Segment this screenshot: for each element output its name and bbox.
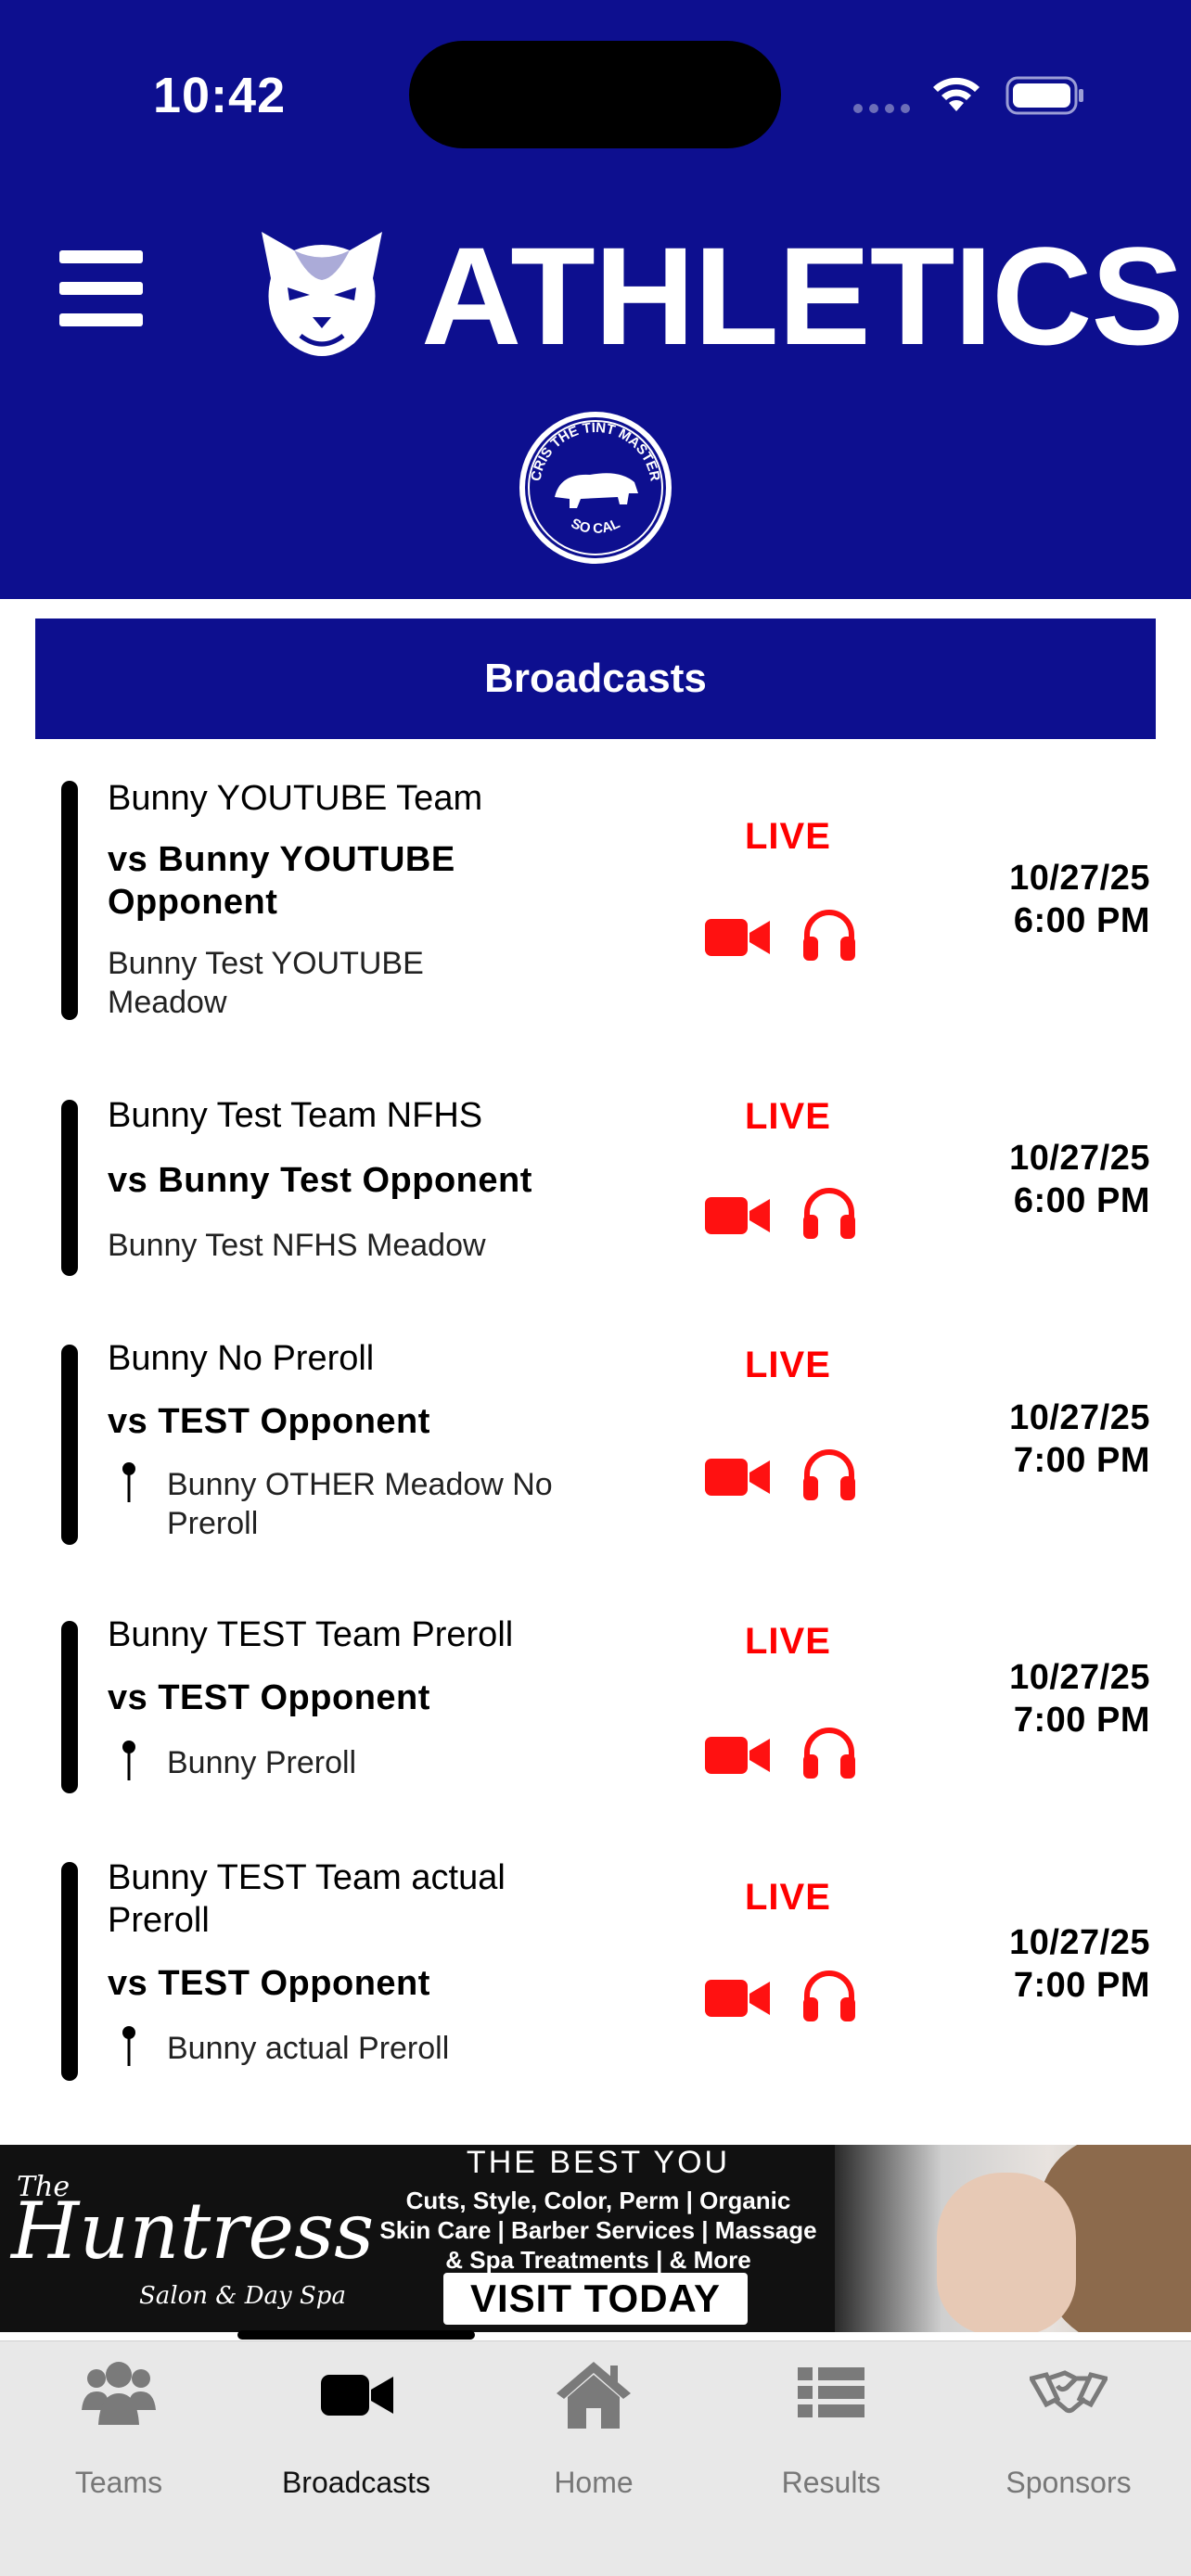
ad-copy: Cuts, Style, Color, Perm | Organic Skin … <box>362 2186 835 2275</box>
broadcast-venue: Bunny actual Preroll <box>167 2031 450 2066</box>
broadcast-team: Bunny Test Team NFHS <box>108 1096 483 1135</box>
tab-label: Broadcasts <box>281 2466 431 2499</box>
broadcast-row[interactable]: Bunny Test Team NFHS vs Bunny Test Oppon… <box>0 1090 1191 1285</box>
tab-teams[interactable]: Teams <box>0 2341 237 2499</box>
live-badge: LIVE <box>745 1877 831 1918</box>
ad-cta-button[interactable]: VISIT TODAY <box>443 2273 748 2325</box>
video-camera-icon <box>321 2375 393 2416</box>
row-accent-bar <box>61 781 78 1020</box>
headphones-icon[interactable] <box>800 1445 859 1504</box>
broadcast-date: 10/27/25 <box>1009 1398 1150 1437</box>
app-title: ATHLETICS <box>421 218 1184 374</box>
tab-label: Home <box>554 2466 634 2499</box>
broadcast-row[interactable]: Bunny TEST Team Preroll vs TEST Opponent… <box>0 1608 1191 1806</box>
broadcast-team: Bunny TEST Team Preroll <box>108 1615 514 1654</box>
ad-copy-line: Skin Care | Barber Services | Massage <box>379 2216 817 2244</box>
tab-results[interactable]: Results <box>712 2341 950 2499</box>
ad-copy-line: & Spa Treatments | & More <box>445 2246 751 2274</box>
video-camera-icon[interactable] <box>705 916 770 959</box>
broadcast-time: 6:00 PM <box>1013 901 1150 940</box>
broadcast-date: 10/27/25 <box>1009 1658 1150 1697</box>
headphones-icon[interactable] <box>800 1183 859 1243</box>
sponsor-ad-banner[interactable]: The Huntress Salon & Day Spa THE BEST YO… <box>0 2145 1191 2332</box>
ad-headline: THE BEST YOU <box>466 2145 731 2180</box>
row-accent-bar <box>61 1345 78 1545</box>
broadcast-row[interactable]: Bunny No Preroll vs TEST Opponent Bunny … <box>0 1332 1191 1550</box>
broadcast-venue: Bunny Preroll <box>167 1745 357 1780</box>
ad-photo-face <box>937 2173 1076 2332</box>
app-header: 10:42 ATHLETICS CRIS THE TINT MASTER SO … <box>0 0 1191 599</box>
broadcast-row[interactable]: Bunny TEST Team actual Preroll vs TEST O… <box>0 1853 1191 2085</box>
broadcast-date: 10/27/25 <box>1009 1923 1150 1962</box>
broadcast-time: 7:00 PM <box>1013 1701 1150 1740</box>
tab-label: Sponsors <box>1005 2466 1132 2499</box>
broadcast-opponent: vs TEST Opponent <box>108 1964 430 2003</box>
video-camera-icon[interactable] <box>705 1456 770 1498</box>
list-icon <box>798 2367 864 2417</box>
headphones-icon[interactable] <box>800 905 859 964</box>
cellular-signal-icon <box>853 104 910 113</box>
headphones-icon[interactable] <box>800 1966 859 2025</box>
row-accent-bar <box>61 1100 78 1276</box>
broadcast-opponent: vs Bunny Test Opponent <box>108 1161 532 1200</box>
broadcast-venue: Bunny Test NFHS Meadow <box>108 1228 486 1263</box>
live-badge: LIVE <box>745 1621 831 1662</box>
row-accent-bar <box>61 1621 78 1793</box>
broadcast-time: 7:00 PM <box>1013 1441 1150 1480</box>
headphones-icon[interactable] <box>800 1723 859 1782</box>
broadcast-team: Bunny YOUTUBE Team <box>108 779 483 818</box>
tab-broadcasts[interactable]: Broadcasts <box>237 2341 475 2499</box>
hamburger-menu-icon[interactable] <box>59 250 143 328</box>
broadcast-team: Bunny No Preroll <box>108 1339 375 1378</box>
broadcast-opponent: vs Bunny YOUTUBE Opponent <box>108 840 455 922</box>
broadcast-date: 10/27/25 <box>1009 859 1150 898</box>
ad-copy-line: Cuts, Style, Color, Perm | Organic <box>405 2187 791 2214</box>
status-time: 10:42 <box>153 68 287 123</box>
tab-label: Teams <box>74 2466 163 2499</box>
sponsor-seal-logo[interactable]: CRIS THE TINT MASTER SO CAL <box>516 408 675 567</box>
handshake-icon <box>1030 2370 1108 2414</box>
broadcast-venue: Bunny Test YOUTUBE Meadow <box>108 946 424 1020</box>
broadcasts-section-title: Broadcasts <box>35 618 1156 739</box>
wifi-icon <box>933 77 980 111</box>
location-pin-icon <box>122 2026 135 2066</box>
broadcast-team: Bunny TEST Team actual Preroll <box>108 1858 506 1940</box>
video-camera-icon[interactable] <box>705 1734 770 1777</box>
ad-brand-subtitle: Salon & Day Spa <box>139 2282 346 2310</box>
location-pin-icon <box>122 1462 135 1502</box>
ad-brand-name: Huntress <box>11 2186 375 2276</box>
cougar-logo <box>262 232 382 356</box>
scroll-indicator <box>237 2330 475 2340</box>
section-title-text: Broadcasts <box>484 656 707 701</box>
broadcast-venue: Bunny OTHER Meadow No Preroll <box>167 1467 553 1541</box>
broadcast-opponent: vs TEST Opponent <box>108 1678 430 1717</box>
battery-icon <box>1005 76 1083 115</box>
live-badge: LIVE <box>745 1096 831 1137</box>
tab-home[interactable]: Home <box>475 2341 712 2499</box>
broadcast-date: 10/27/25 <box>1009 1139 1150 1178</box>
home-icon <box>557 2362 631 2429</box>
tab-label: Results <box>781 2466 881 2499</box>
broadcast-time: 6:00 PM <box>1013 1181 1150 1220</box>
broadcast-opponent: vs TEST Opponent <box>108 1402 430 1441</box>
dynamic-island <box>409 41 781 148</box>
location-pin-icon <box>122 1741 135 1780</box>
video-camera-icon[interactable] <box>705 1977 770 2020</box>
bottom-tab-bar: Teams Broadcasts Home Results Sponsors <box>0 2340 1191 2576</box>
row-accent-bar <box>61 1862 78 2081</box>
live-badge: LIVE <box>745 1345 831 1385</box>
live-badge: LIVE <box>745 816 831 857</box>
tab-sponsors[interactable]: Sponsors <box>950 2341 1187 2499</box>
broadcast-row[interactable]: Bunny YOUTUBE Team vs Bunny YOUTUBE Oppo… <box>0 768 1191 1037</box>
ad-brand-logo: The Huntress Salon & Day Spa <box>0 2163 374 2321</box>
broadcast-time: 7:00 PM <box>1013 1966 1150 2005</box>
video-camera-icon[interactable] <box>705 1194 770 1237</box>
people-icon <box>82 2362 156 2425</box>
